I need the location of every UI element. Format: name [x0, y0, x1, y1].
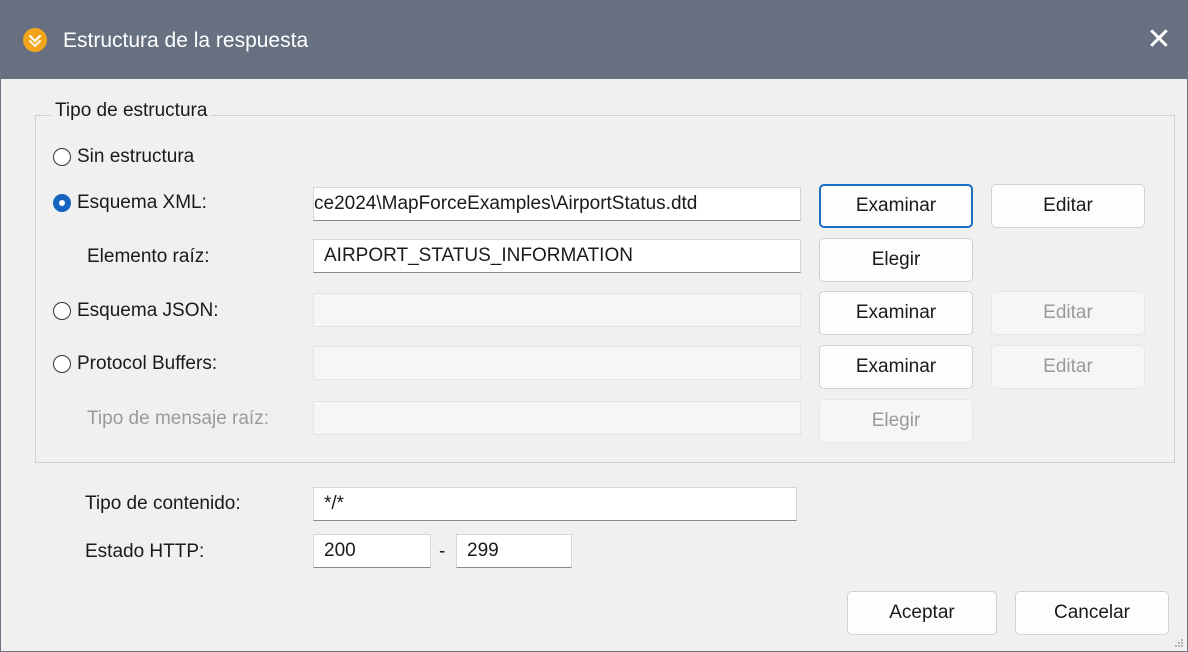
radio-circle[interactable]: [53, 302, 71, 320]
radio-circle[interactable]: [53, 148, 71, 166]
root-element-field[interactable]: AIRPORT_STATUS_INFORMATION: [313, 239, 801, 273]
xml-browse-button[interactable]: Examinar: [819, 184, 973, 228]
root-message-type-label: Tipo de mensaje raíz:: [87, 408, 269, 429]
radio-no-structure-label: Sin estructura: [77, 146, 195, 167]
json-browse-button[interactable]: Examinar: [819, 291, 973, 335]
radio-xml-schema-label: Esquema XML:: [77, 192, 207, 213]
protobuf-browse-button[interactable]: Examinar: [819, 345, 973, 389]
xml-edit-button[interactable]: Editar: [991, 184, 1145, 228]
root-message-type-field[interactable]: [313, 401, 801, 435]
cancel-button[interactable]: Cancelar: [1015, 591, 1169, 635]
http-status-to-field[interactable]: 299: [456, 534, 572, 568]
radio-circle-selected[interactable]: [53, 194, 71, 212]
resize-grip-icon[interactable]: [1174, 638, 1184, 648]
close-icon[interactable]: ✕: [1139, 21, 1179, 59]
ok-button[interactable]: Aceptar: [847, 591, 997, 635]
http-status-from-field[interactable]: 200: [313, 534, 431, 568]
app-icon: [23, 28, 47, 52]
content-type-label: Tipo de contenido:: [85, 493, 241, 514]
content-type-field[interactable]: */*: [313, 487, 797, 521]
window-title: Estructura de la respuesta: [63, 29, 309, 52]
structure-type-legend: Tipo de estructura: [51, 100, 212, 122]
radio-no-structure[interactable]: Sin estructura: [53, 146, 194, 168]
title-bar[interactable]: Estructura de la respuesta ✕: [1, 1, 1187, 79]
radio-json-schema[interactable]: Esquema JSON:: [53, 300, 219, 322]
dialog-window: Estructura de la respuesta ✕ Tipo de est…: [0, 0, 1188, 652]
root-element-label: Elemento raíz:: [87, 246, 210, 267]
radio-xml-schema[interactable]: Esquema XML:: [53, 192, 207, 214]
http-status-label: Estado HTTP:: [85, 541, 205, 562]
http-status-separator: -: [439, 541, 446, 562]
json-edit-button[interactable]: Editar: [991, 291, 1145, 335]
radio-json-schema-label: Esquema JSON:: [77, 300, 219, 321]
radio-protocol-buffers-label: Protocol Buffers:: [77, 353, 218, 374]
radio-circle[interactable]: [53, 355, 71, 373]
protobuf-path-field[interactable]: [313, 346, 801, 380]
xml-schema-path-field[interactable]: ce2024\MapForceExamples\AirportStatus.dt…: [313, 187, 801, 221]
protobuf-edit-button[interactable]: Editar: [991, 345, 1145, 389]
root-message-choose-button[interactable]: Elegir: [819, 399, 973, 443]
json-schema-path-field[interactable]: [313, 293, 801, 327]
radio-protocol-buffers[interactable]: Protocol Buffers:: [53, 353, 217, 375]
root-element-choose-button[interactable]: Elegir: [819, 238, 973, 282]
